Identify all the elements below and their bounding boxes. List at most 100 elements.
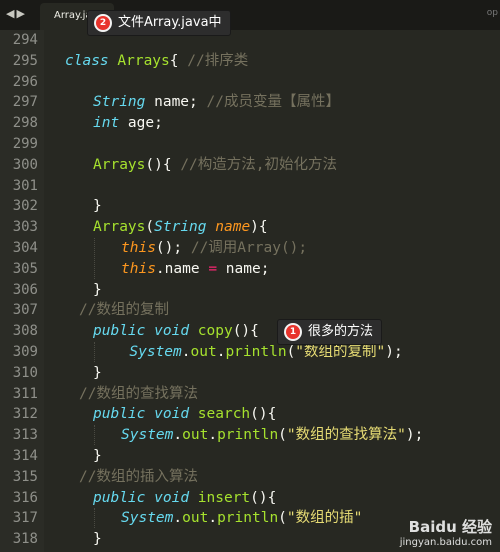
code-text: int age;	[93, 113, 163, 134]
code-token: ){	[250, 219, 268, 236]
code-line[interactable]: 295 class Arrays{ //排序类	[0, 51, 500, 72]
code-token: System	[129, 344, 182, 360]
code-token: (	[286, 344, 296, 360]
watermark-brand: Baidu 经验	[408, 518, 492, 536]
code-token: println	[217, 427, 279, 444]
code-line[interactable]: 301	[0, 176, 500, 197]
code-token: println	[225, 344, 287, 360]
code-text: this(); //调用Array();	[121, 238, 307, 259]
code-token: out	[190, 344, 217, 360]
code-text: System.out.println("数组的插"	[121, 508, 362, 529]
code-text: }	[93, 446, 102, 467]
code-token: (){	[250, 406, 277, 423]
code-text: System.out.println("数组的查找算法");	[121, 425, 423, 446]
code-line[interactable]: 299	[0, 134, 500, 155]
tab-overflow-text: op	[486, 8, 498, 18]
code-token: name;	[145, 94, 207, 111]
code-token: .	[173, 427, 183, 444]
left-right-arrows-icon[interactable]: ◀▶	[6, 7, 27, 20]
code-token: .	[181, 344, 191, 360]
code-token: System	[121, 510, 174, 527]
line-number: 299	[12, 136, 38, 152]
code-token: }	[93, 364, 102, 381]
code-token: System	[121, 427, 174, 444]
code-token: .	[208, 510, 218, 527]
code-text: System.out.println("数组的复制");	[129, 342, 402, 363]
code-token: );	[405, 427, 424, 444]
line-number: 316	[12, 489, 38, 506]
code-token: {	[169, 52, 188, 69]
code-line[interactable]: 313 System.out.println("数组的查找算法");	[0, 425, 500, 446]
code-token: public	[93, 406, 146, 423]
code-line[interactable]: 304 this(); //调用Array();	[0, 238, 500, 259]
code-token: "数组的插"	[286, 510, 363, 527]
watermark: Baidu 经验 jingyan.baidu.com	[400, 516, 492, 548]
code-line[interactable]: 294	[0, 30, 500, 51]
code-token: //数组的复制	[79, 302, 169, 319]
code-token: search	[197, 406, 251, 423]
line-number: 305	[12, 260, 38, 277]
code-text: Arrays(String name){	[93, 217, 268, 238]
code-token: }	[93, 531, 102, 548]
code-line[interactable]: 316 public void insert(){	[0, 488, 500, 509]
code-token: name	[215, 219, 251, 236]
code-line[interactable]: 303 Arrays(String name){	[0, 217, 500, 238]
code-token: }	[93, 281, 102, 298]
code-token: void	[154, 489, 190, 506]
code-token: .	[173, 510, 183, 527]
line-number: 297	[12, 94, 38, 111]
code-token: this	[121, 240, 156, 256]
code-token: (	[278, 510, 287, 527]
code-line[interactable]: 306}	[0, 280, 500, 301]
line-number: 318	[12, 531, 38, 548]
code-token: .	[208, 427, 218, 444]
code-line[interactable]: 311 //数组的查找算法	[0, 384, 500, 405]
code-line[interactable]: 314}	[0, 446, 500, 467]
code-token: out	[182, 427, 209, 444]
code-token: out	[182, 510, 209, 527]
code-line[interactable]: 305 this.name = name;	[0, 259, 500, 280]
code-line[interactable]: 296	[0, 72, 500, 93]
code-text: Arrays(){ //构造方法,初始化方法	[93, 155, 337, 176]
line-number: 308	[12, 323, 38, 340]
indent-guide	[94, 425, 95, 445]
code-line[interactable]: 310}	[0, 363, 500, 384]
code-text: }	[93, 280, 102, 301]
code-token: ();	[155, 240, 191, 256]
line-number: 296	[12, 73, 38, 90]
indent-guide	[94, 342, 95, 362]
code-line[interactable]: 307 //数组的复制	[0, 300, 500, 321]
code-line[interactable]: 297 String name; //成员变量【属性】	[0, 92, 500, 113]
code-token: void	[154, 323, 190, 340]
code-text: }	[93, 529, 102, 550]
code-line[interactable]: 308 public void copy(){	[0, 321, 500, 342]
code-token: public	[93, 489, 146, 506]
line-number: 298	[12, 115, 38, 132]
code-line[interactable]: 312 public void search(){	[0, 404, 500, 425]
code-editor[interactable]: 294 295 class Arrays{ //排序类 296 297 String na…	[0, 30, 500, 552]
code-line[interactable]: 298 int age;	[0, 113, 500, 134]
line-number: 302	[12, 198, 38, 215]
line-number: 300	[12, 156, 38, 173]
annotation-file: 2 文件Array.java中	[88, 11, 230, 35]
watermark-url: jingyan.baidu.com	[399, 537, 492, 548]
code-token: this	[121, 260, 156, 277]
code-line[interactable]: 309 System.out.println("数组的复制");	[0, 342, 500, 363]
code-text: this.name = name;	[121, 259, 269, 280]
code-line[interactable]: 302}	[0, 196, 500, 217]
code-text: }	[93, 196, 102, 217]
line-number: 303	[12, 219, 38, 236]
code-line[interactable]: 300 Arrays(){ //构造方法,初始化方法	[0, 155, 500, 176]
code-token: }	[93, 198, 102, 215]
code-token: (){	[232, 323, 259, 340]
code-line[interactable]: 315 //数组的插入算法	[0, 467, 500, 488]
code-token: println	[217, 510, 279, 527]
indent-guide	[94, 238, 95, 279]
line-number: 307	[12, 302, 38, 319]
